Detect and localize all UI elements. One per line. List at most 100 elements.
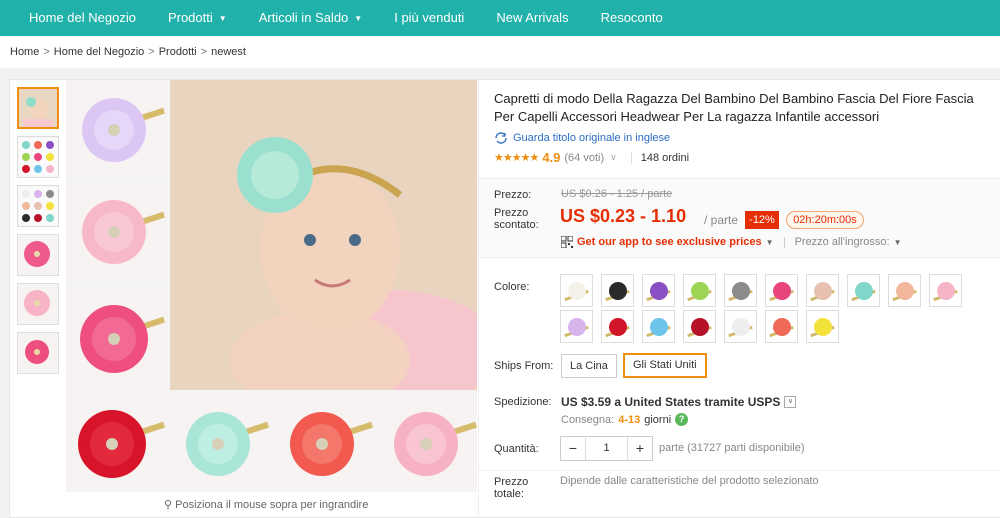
color-swatch[interactable] [806,274,839,307]
product-image-gallery[interactable] [66,80,477,492]
zoom-hint-text: Posiziona il mouse sopra per ingrandire [175,499,369,511]
color-swatch[interactable] [847,274,880,307]
color-swatch[interactable] [765,310,798,343]
breadcrumb-home[interactable]: Home [10,46,39,58]
color-swatch[interactable] [765,274,798,307]
nav-item-products[interactable]: Prodotti ▼ [152,0,243,36]
thumbnail-2[interactable] [17,136,59,178]
translate-link[interactable]: Guarda titolo originale in inglese [494,132,670,144]
thumbnail-4[interactable] [17,234,59,276]
rating-value[interactable]: 4.9 [542,150,560,165]
wholesale-price-link[interactable]: Prezzo all'ingrosso: [795,236,890,248]
color-swatch[interactable] [724,274,757,307]
column-divider [478,80,479,518]
flower-image-pink [378,394,477,492]
color-swatch[interactable] [642,310,675,343]
thumbnail-5[interactable] [17,283,59,325]
nav-item-label: New Arrivals [496,10,569,25]
color-swatch[interactable] [601,274,634,307]
quantity-stepper: − 1 + [560,436,653,461]
delivery-label: Consegna: [561,413,615,426]
flower-image-lavender [66,80,166,178]
flower-image-light-pink [66,182,166,283]
discounted-price: US $0.23 - 1.10 [560,206,687,226]
nav-item-best-sellers[interactable]: I più venduti [378,0,480,36]
divider [479,470,1000,471]
order-count: 148 ordini [640,151,690,164]
nav-item-store-home[interactable]: Home del Negozio [0,0,152,36]
color-grid-thumbnail [19,187,57,225]
color-swatch[interactable] [560,274,593,307]
shipping-method[interactable]: US $3.59 a United States tramite USPS ∨ [561,395,797,409]
delivery-unit: giorni [644,413,672,426]
nav-item-label: Resoconto [600,10,663,25]
thumbnail-1[interactable] [17,87,59,129]
flower-swatch-image [854,281,873,300]
chevron-down-icon[interactable]: ∨ [610,152,617,163]
flower-swatch-image [690,281,709,300]
ships-from-china-button[interactable]: La Cina [561,354,617,378]
breadcrumb-bar: Home > Home del Negozio > Prodotti > newest [0,36,1000,68]
quantity-input[interactable]: 1 [585,437,628,460]
color-swatch[interactable] [724,310,757,343]
app-promo-row: Get our app to see exclusive prices ▼ Pr… [561,236,902,248]
thumbnail-6[interactable] [17,332,59,374]
color-swatch[interactable] [929,274,962,307]
total-price-text: Dipende dalle caratteristiche del prodot… [560,475,819,487]
zoom-hint: ⚲ Posiziona il mouse sopra per ingrandir… [164,498,368,511]
flower-swatch-image [608,317,627,336]
flower-swatch-image [567,317,586,336]
nav-item-label: I più venduti [394,10,465,25]
decrease-quantity-button[interactable]: − [561,437,585,460]
vote-count[interactable]: (64 voti) [564,152,604,164]
nav-item-feedback[interactable]: Resoconto [585,0,679,36]
divider [630,151,632,164]
color-swatch[interactable] [683,310,716,343]
breadcrumb-products[interactable]: Prodotti [159,46,197,58]
thumbnail-3[interactable] [17,185,59,227]
help-icon[interactable]: ? [675,413,689,426]
star-rating-icon: ★★★★★ [494,152,539,164]
baby-photo-thumbnail [19,89,57,127]
nav-item-label: Articoli in Saldo [258,10,349,25]
caret-down-icon: ▼ [218,14,227,23]
app-promo-link[interactable]: Get our app to see exclusive prices [577,236,762,248]
color-swatch[interactable] [806,310,839,343]
flower-swatch-image [690,317,709,336]
color-swatch[interactable] [642,274,675,307]
nav-item-new-arrivals[interactable]: New Arrivals [480,0,584,36]
ships-from-usa-button[interactable]: Gli Stati Uniti [623,353,707,378]
main-baby-photo [170,80,477,390]
flower-image-mint [170,394,270,492]
light-pink-flower-thumbnail [19,285,57,323]
caret-down-icon[interactable]: ▼ [894,238,902,247]
translate-link-text: Guarda titolo originale in inglese [513,132,671,144]
rating-row: ★★★★★ 4.9 (64 voti) ∨ 148 ordini [494,150,689,165]
breadcrumb-store-home[interactable]: Home del Negozio [54,46,145,58]
flower-image-hot-pink [66,287,166,390]
thumbnail-strip [17,87,59,381]
chevron-down-icon[interactable]: ∨ [784,396,797,408]
color-swatch[interactable] [560,310,593,343]
product-title: Capretti di modo Della Ragazza Del Bambi… [494,91,974,124]
discount-price-label: Prezzo scontato: [494,207,539,231]
shipping-method-text: US $3.59 a United States tramite USPS [561,395,781,409]
breadcrumb-current: newest [211,46,246,58]
caret-down-icon: ▼ [354,14,363,23]
flower-swatch-image [731,317,750,336]
flower-swatch-image [772,317,791,336]
color-swatch[interactable] [888,274,921,307]
delivery-estimate: Consegna: 4-13 giorni ? [561,413,689,426]
flower-image-coral [274,394,374,492]
nav-item-sale-items[interactable]: Articoli in Saldo ▼ [243,0,379,36]
caret-down-icon[interactable]: ▼ [766,238,774,247]
discount-badge: -12% [745,211,779,229]
color-swatch[interactable] [601,310,634,343]
qr-code-icon [561,236,573,248]
flower-swatch-image [895,281,914,300]
breadcrumb-separator: > [148,46,155,58]
increase-quantity-button[interactable]: + [628,437,652,460]
flower-swatch-image [608,281,627,300]
color-grid-thumbnail [19,138,57,176]
color-swatch[interactable] [683,274,716,307]
